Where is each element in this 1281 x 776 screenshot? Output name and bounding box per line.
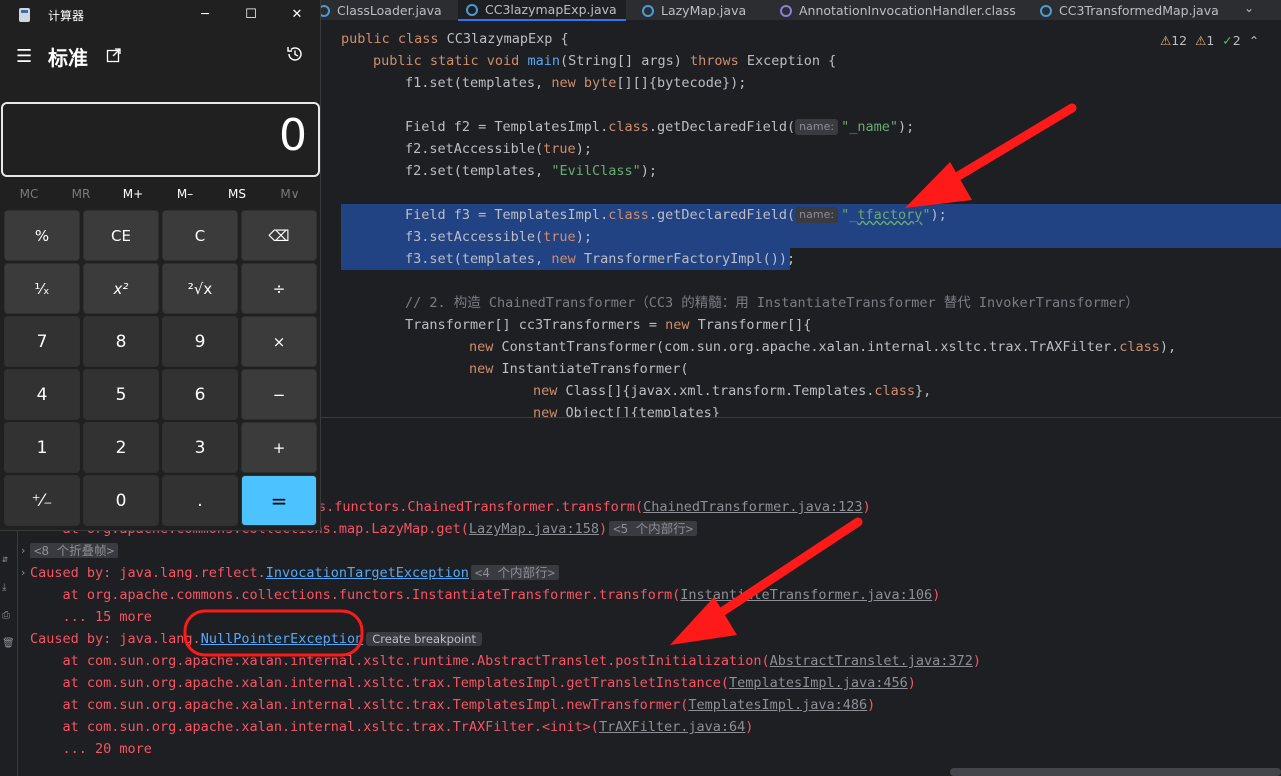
source-link[interactable]: LazyMap.java:158 — [469, 521, 599, 537]
exception-link[interactable]: NullPointerException — [201, 631, 364, 647]
display-value: 0 — [279, 110, 307, 161]
clear-entry-button[interactable]: CE — [83, 210, 159, 261]
minimize-icon[interactable]: ─ — [182, 4, 228, 26]
memory-recall-button[interactable]: MR — [55, 184, 107, 204]
stacktrace-line: Caused by: java.lang.reflect.InvocationT… — [30, 562, 560, 584]
digit-1-button[interactable]: 1 — [4, 422, 80, 473]
memory-add-button[interactable]: M+ — [107, 184, 159, 204]
equals-button[interactable]: = — [241, 475, 317, 526]
digit-0-button[interactable]: 0 — [83, 475, 159, 526]
digit-6-button[interactable]: 6 — [162, 369, 238, 420]
typo-underline: tfactory — [857, 207, 923, 223]
tab-label: LazyMap.java — [661, 3, 747, 18]
scroll-end-icon[interactable]: ⤓ — [2, 582, 14, 594]
digit-5-button[interactable]: 5 — [83, 369, 159, 420]
memory-store-button[interactable]: MS — [211, 184, 263, 204]
tab-cc3lazymapexp[interactable]: CC3lazymapExp.java ✕ — [458, 0, 626, 21]
stacktrace-line: Caused by: java.lang.NullPointerExceptio… — [30, 628, 483, 650]
tab-cc3transformedmap[interactable]: CC3TransformedMap.java — [1032, 0, 1232, 21]
digit-2-button[interactable]: 2 — [83, 422, 159, 473]
digit-9-button[interactable]: 9 — [162, 316, 238, 367]
calculator-titlebar[interactable]: 计算器 ─ ☐ ✕ — [0, 0, 321, 31]
backspace-button[interactable]: ⌫ — [241, 210, 317, 261]
tab-classloader[interactable]: ClassLoader.java — [310, 0, 450, 21]
class-file-icon — [780, 4, 792, 17]
stacktrace-line: at com.sun.org.apache.xalan.internal.xsl… — [30, 653, 981, 669]
keep-on-top-icon[interactable] — [106, 47, 122, 63]
source-link[interactable]: TemplatesImpl.java:486 — [688, 697, 867, 713]
memory-list-button[interactable]: M∨ — [264, 184, 316, 204]
trash-icon[interactable]: 🗑 — [2, 638, 15, 650]
tab-label: CC3lazymapExp.java — [485, 2, 617, 17]
reciprocal-button[interactable]: ¹⁄ₓ — [4, 263, 80, 314]
chevron-right-icon[interactable]: › — [21, 562, 25, 584]
folded-frames[interactable]: <8 个折叠帧> — [30, 540, 119, 562]
print-icon[interactable]: ⎙ — [2, 610, 14, 622]
stacktrace-line: s.functors.ChainedTransformer.transform(… — [318, 499, 871, 515]
percent-button[interactable]: % — [4, 210, 80, 261]
java-file-icon — [466, 3, 478, 16]
folded-frames-badge[interactable]: <8 个折叠帧> — [30, 543, 119, 558]
close-icon[interactable]: ✕ — [274, 4, 320, 26]
stacktrace-line: at com.sun.org.apache.xalan.internal.xsl… — [30, 675, 916, 691]
parameter-hint: name: — [795, 207, 839, 223]
digit-4-button[interactable]: 4 — [4, 369, 80, 420]
run-toolbar: ⇵ ⤓ ⎙ 🗑 — [0, 492, 18, 776]
source-link[interactable]: ChainedTransformer.java:123 — [643, 499, 862, 515]
source-link[interactable]: TrAXFilter.java:64 — [599, 719, 745, 735]
stacktrace-line: ... 15 more — [30, 609, 152, 625]
calculator-header: ☰ 标准 — [0, 38, 321, 74]
digit-7-button[interactable]: 7 — [4, 316, 80, 367]
wrap-icon[interactable]: ⇵ — [2, 554, 14, 566]
tab-annotationinvocationhandler[interactable]: AnnotationInvocationHandler.class — [772, 0, 1024, 21]
source-link[interactable]: InstantiateTransformer.java:106 — [680, 587, 932, 603]
divide-button[interactable]: ÷ — [241, 263, 317, 314]
close-icon[interactable]: ✕ — [625, 3, 626, 17]
add-button[interactable]: + — [241, 422, 317, 473]
calculator-app-icon — [19, 8, 30, 22]
memory-subtract-button[interactable]: M– — [159, 184, 211, 204]
java-file-icon — [1040, 4, 1052, 17]
parameter-hint: name: — [795, 119, 839, 135]
history-icon[interactable] — [285, 44, 305, 64]
subtract-button[interactable]: − — [241, 369, 317, 420]
tab-label: CC3TransformedMap.java — [1059, 3, 1219, 18]
clear-button[interactable]: C — [162, 210, 238, 261]
negate-button[interactable]: ⁺⁄₋ — [4, 475, 80, 526]
digit-8-button[interactable]: 8 — [83, 316, 159, 367]
source-link[interactable]: AbstractTranslet.java:372 — [770, 653, 973, 669]
digit-3-button[interactable]: 3 — [162, 422, 238, 473]
internal-lines-badge[interactable]: <4 个内部行> — [470, 565, 560, 580]
memory-clear-button[interactable]: MC — [3, 184, 55, 204]
horizontal-scrollbar[interactable] — [950, 768, 1281, 776]
maximize-icon[interactable]: ☐ — [228, 4, 274, 26]
memory-row: MC MR M+ M– MS M∨ — [0, 184, 321, 204]
stacktrace-line: at com.sun.org.apache.xalan.internal.xsl… — [30, 697, 876, 713]
window-title: 计算器 — [48, 9, 85, 23]
calculator-window[interactable]: 计算器 ─ ☐ ✕ ☰ 标准 0 MC MR M+ M– MS M∨ % CE … — [0, 0, 321, 531]
source-link[interactable]: TemplatesImpl.java:456 — [729, 675, 908, 691]
internal-lines-badge[interactable]: <5 个内部行> — [609, 521, 698, 536]
java-file-icon — [642, 4, 654, 17]
tab-lazymap[interactable]: LazyMap.java — [634, 0, 764, 21]
decimal-button[interactable]: . — [162, 475, 238, 526]
calculator-display: 0 — [1, 102, 320, 177]
stacktrace-line: at org.apache.commons.collections.functo… — [30, 587, 941, 603]
stacktrace-line: at com.sun.org.apache.xalan.internal.xsl… — [30, 719, 754, 735]
square-button[interactable]: x² — [83, 263, 159, 314]
chevron-right-icon[interactable]: › — [21, 540, 25, 562]
stacktrace-line: ... 20 more — [30, 741, 152, 757]
hamburger-menu-icon[interactable]: ☰ — [16, 46, 32, 67]
create-breakpoint-button[interactable]: Create breakpoint — [366, 632, 483, 646]
square-root-button[interactable]: ²√x — [162, 263, 238, 314]
tab-label: ClassLoader.java — [337, 3, 442, 18]
chevron-down-icon[interactable]: ⌄ — [1244, 1, 1254, 15]
exception-link[interactable]: InvocationTargetException — [266, 565, 469, 581]
multiply-button[interactable]: × — [241, 316, 317, 367]
mode-title: 标准 — [48, 46, 88, 70]
tab-label: AnnotationInvocationHandler.class — [799, 3, 1016, 18]
